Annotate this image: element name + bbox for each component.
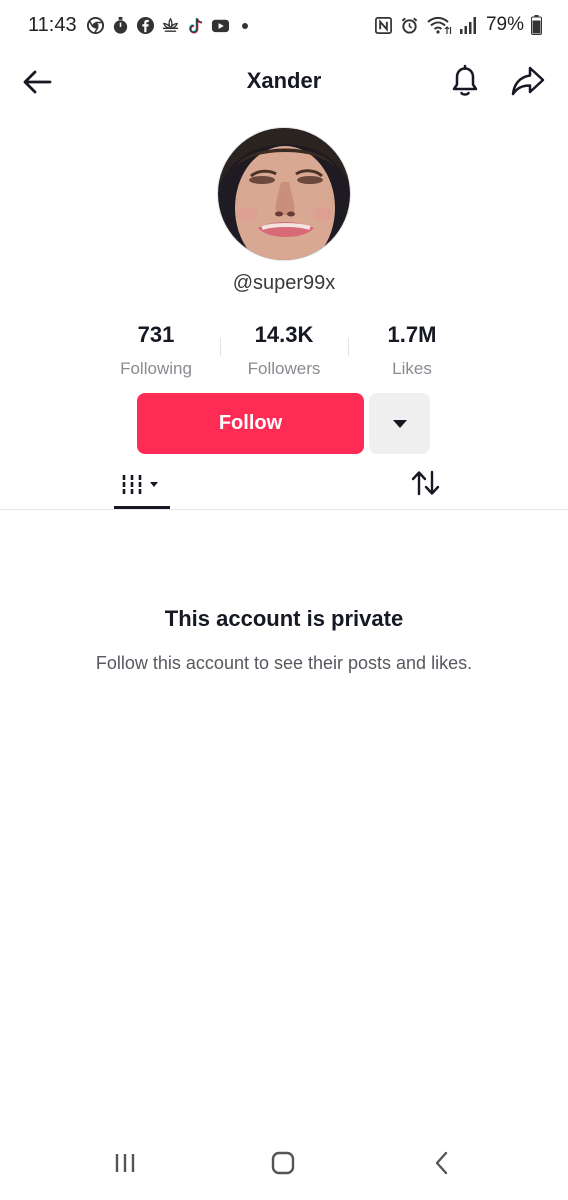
nfc-icon — [375, 16, 392, 34]
home-icon[interactable] — [271, 1151, 295, 1175]
tiktok-icon — [188, 17, 203, 34]
following-label: Following — [120, 359, 192, 378]
chrome-icon — [86, 16, 105, 35]
bell-icon[interactable] — [448, 63, 482, 99]
likes-label: Likes — [392, 359, 432, 378]
caret-down-icon — [392, 419, 407, 428]
active-tab-indicator — [114, 506, 170, 509]
stat-divider — [348, 338, 349, 356]
likes-count: 1.7M — [387, 322, 437, 347]
recent-apps-icon[interactable] — [113, 1152, 137, 1174]
more-notifications-dot — [242, 22, 248, 29]
status-bar: 11:43 79% — [0, 0, 568, 52]
lotus-icon — [162, 17, 179, 32]
profile-username: @super99x — [232, 272, 336, 294]
stat-divider — [220, 338, 221, 356]
profile-avatar[interactable] — [217, 127, 351, 261]
tab-videos[interactable] — [114, 468, 170, 510]
signal-icon — [459, 17, 476, 34]
alarm-icon — [401, 17, 418, 34]
top-bar: Xander — [0, 52, 568, 112]
grid-icon — [121, 475, 158, 494]
status-time: 11:43 — [28, 14, 77, 36]
stat-following[interactable]: 731 Following — [96, 322, 216, 379]
nav-back-icon[interactable] — [432, 1151, 452, 1175]
share-arrow-icon[interactable] — [510, 64, 546, 98]
youtube-icon — [211, 19, 230, 33]
private-account-title: This account is private — [164, 606, 404, 631]
system-icons: 79% — [374, 14, 542, 36]
notification-icons — [86, 16, 248, 35]
followers-count: 14.3K — [254, 322, 314, 347]
battery-icon — [531, 15, 542, 35]
followers-label: Followers — [247, 359, 321, 378]
battery-percentage: 79% — [485, 14, 524, 35]
system-nav-bar — [0, 1132, 568, 1200]
avatar-photo — [218, 128, 350, 260]
stat-followers[interactable]: 14.3K Followers — [224, 322, 344, 379]
following-count: 731 — [137, 322, 175, 347]
content-tabs — [0, 458, 568, 510]
facebook-icon — [136, 16, 155, 35]
page-title: Xander — [246, 68, 322, 93]
stat-likes[interactable]: 1.7M Likes — [352, 322, 472, 379]
timer-icon — [113, 16, 128, 34]
wifi-icon — [427, 16, 452, 34]
repost-icon[interactable] — [408, 468, 444, 498]
follow-button[interactable]: Follow — [137, 393, 364, 454]
suggested-accounts-button[interactable] — [369, 393, 430, 454]
private-account-message: Follow this account to see their posts a… — [95, 653, 473, 673]
